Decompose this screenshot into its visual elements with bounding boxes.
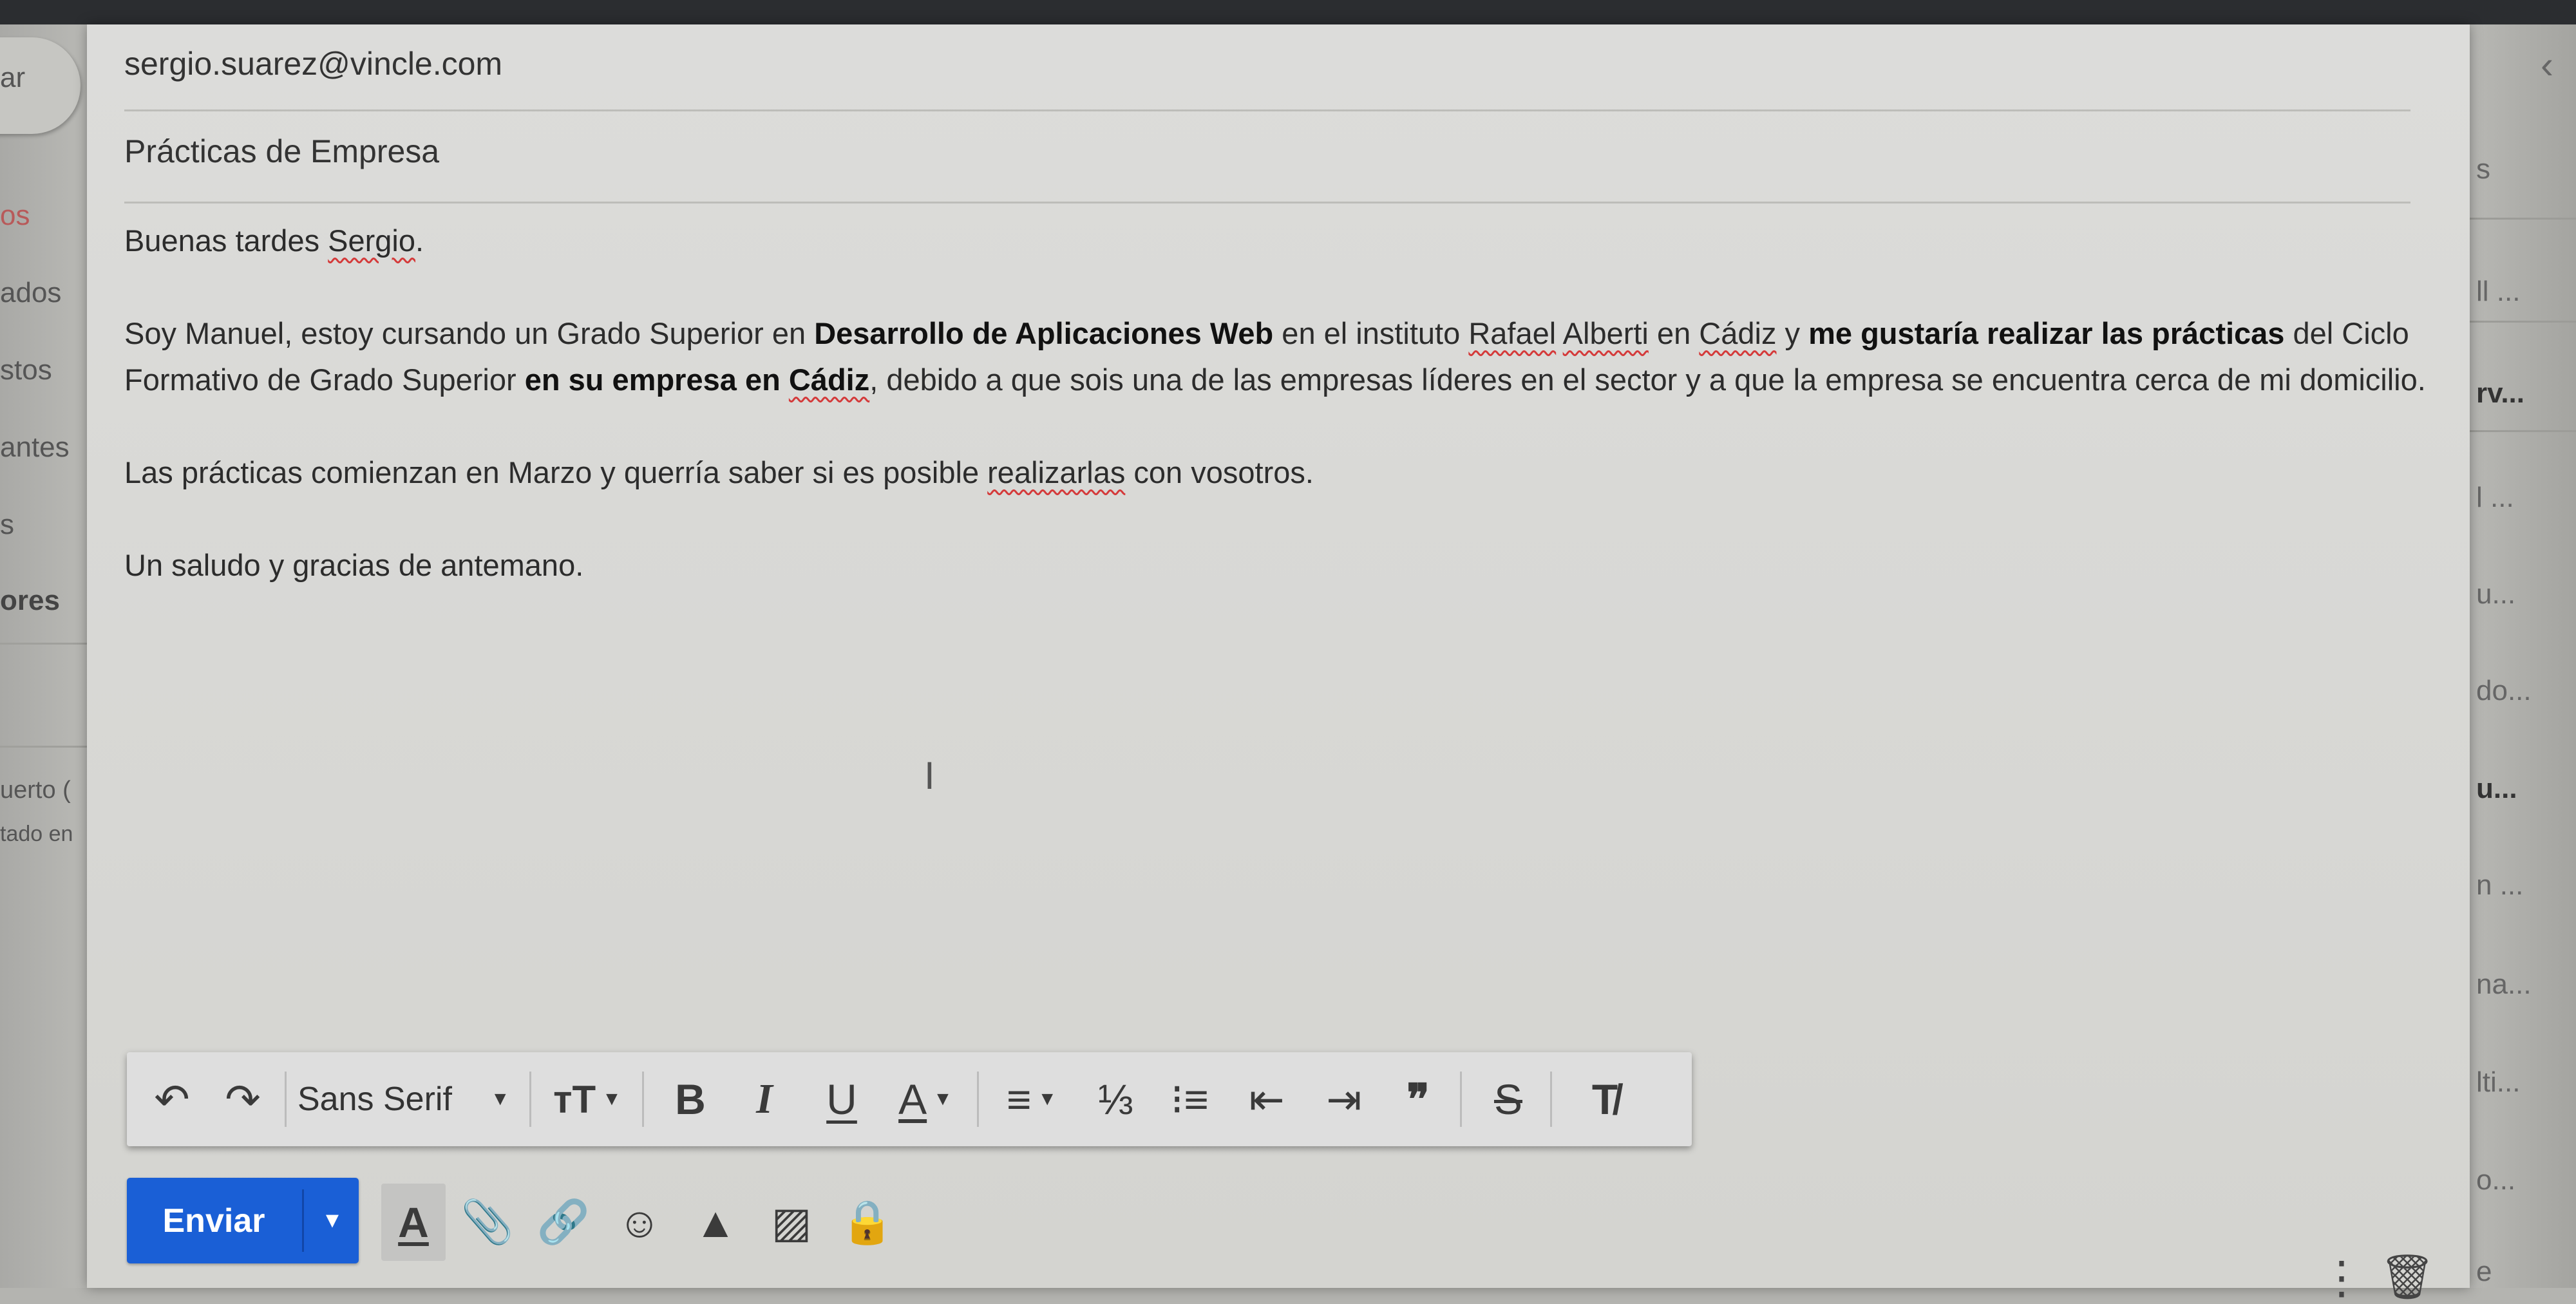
email-list-background: ‹ s ll ... rv... l ... u... do... u... n… xyxy=(2470,24,2576,1288)
formatting-options-icon[interactable]: A xyxy=(381,1184,446,1261)
spellcheck-word: Cádiz xyxy=(788,363,870,397)
divider xyxy=(642,1072,644,1127)
numbered-list-icon[interactable]: ⅓ xyxy=(1083,1052,1148,1146)
spellcheck-word: Alberti xyxy=(1562,316,1649,350)
body-paragraph-1: Soy Manuel, estoy cursando un Grado Supe… xyxy=(124,316,2426,397)
font-size-select[interactable]: тT ▼ xyxy=(539,1052,636,1146)
italic-icon[interactable]: I xyxy=(732,1052,797,1146)
list-item[interactable]: n ... xyxy=(2476,869,2523,902)
indent-less-icon[interactable]: ⇤ xyxy=(1235,1052,1299,1146)
monitor-top-bar xyxy=(0,0,2576,24)
trash-icon[interactable]: 🗑 xyxy=(2380,1251,2435,1303)
list-item[interactable]: e xyxy=(2476,1256,2492,1288)
font-family-select[interactable]: Sans Serif ▼ xyxy=(298,1052,510,1146)
list-item[interactable]: l ... xyxy=(2476,482,2514,514)
message-body[interactable]: Buenas tardes Sergio. Soy Manuel, estoy … xyxy=(124,218,2443,589)
send-button[interactable]: Enviar ▼ xyxy=(127,1178,359,1263)
sidebar-item[interactable]: ores xyxy=(0,585,60,617)
divider xyxy=(529,1072,531,1127)
body-paragraph-2: Las prácticas comienzan en Marzo y querr… xyxy=(124,455,1314,489)
divider xyxy=(2470,321,2576,323)
divider xyxy=(1460,1072,1462,1127)
emoji-icon[interactable]: ☺ xyxy=(607,1184,672,1261)
divider xyxy=(2470,218,2576,220)
divider xyxy=(302,1189,304,1252)
divider xyxy=(285,1072,287,1127)
more-options-icon[interactable]: ⋮ xyxy=(2319,1251,2364,1304)
greeting-line: Buenas tardes Sergio. xyxy=(124,223,424,258)
body-paragraph-3: Un saludo y gracias de antemano. xyxy=(124,548,584,582)
chevron-down-icon: ▼ xyxy=(602,1088,621,1110)
sidebar-item[interactable]: s xyxy=(0,509,14,541)
sidebar-item[interactable]: uerto ( xyxy=(0,777,71,804)
chevron-down-icon: ▼ xyxy=(933,1088,952,1110)
text-size-icon: тT xyxy=(553,1077,596,1121)
list-item[interactable]: o... xyxy=(2476,1164,2515,1196)
align-left-icon: ≡ xyxy=(1006,1075,1032,1123)
align-select[interactable]: ≡ ▼ xyxy=(990,1052,1074,1146)
chevron-down-icon: ▼ xyxy=(490,1088,510,1110)
subject-field[interactable]: Prácticas de Empresa xyxy=(124,133,439,170)
chevron-left-icon[interactable]: ‹ xyxy=(2541,43,2553,87)
spellcheck-word: realizarlas xyxy=(987,455,1126,489)
strikethrough-icon[interactable]: S xyxy=(1476,1052,1540,1146)
send-button-label[interactable]: Enviar xyxy=(127,1178,301,1263)
clear-formatting-icon[interactable]: T̸ xyxy=(1566,1052,1643,1146)
indent-more-icon[interactable]: ⇥ xyxy=(1312,1052,1376,1146)
sidebar-item[interactable]: os xyxy=(0,200,30,232)
divider xyxy=(124,202,2410,203)
confidential-mode-icon[interactable]: 🔒 xyxy=(835,1184,900,1261)
formatting-toolbar: ↶ ↷ Sans Serif ▼ тT ▼ B I U A ▼ ≡ ▼ ⅓ ⁝≡… xyxy=(127,1052,1692,1146)
text-color-icon: A xyxy=(898,1075,927,1123)
photo-icon[interactable]: ▨ xyxy=(759,1184,824,1261)
divider xyxy=(1550,1072,1552,1127)
compose-window: sergio.suarez@vincle.com Prácticas de Em… xyxy=(87,24,2470,1303)
divider xyxy=(0,746,87,748)
sidebar-item[interactable]: antes xyxy=(0,431,70,464)
sidebar-item[interactable]: ados xyxy=(0,277,61,309)
underline-icon[interactable]: U xyxy=(810,1052,874,1146)
divider xyxy=(124,109,2410,111)
inbox-sidebar: ar os ados stos antes s ores uerto ( tad… xyxy=(0,24,87,1288)
bold-icon[interactable]: B xyxy=(658,1052,723,1146)
list-item[interactable]: ll ... xyxy=(2476,276,2520,308)
link-icon[interactable]: 🔗 xyxy=(531,1184,596,1261)
attach-icon[interactable]: 📎 xyxy=(455,1184,520,1261)
divider xyxy=(0,643,87,645)
to-field[interactable]: sergio.suarez@vincle.com xyxy=(124,45,502,82)
chevron-down-icon: ▼ xyxy=(1037,1088,1057,1110)
list-item[interactable]: u... xyxy=(2476,578,2515,610)
text-color-select[interactable]: A ▼ xyxy=(884,1052,967,1146)
drive-icon[interactable]: ▲ xyxy=(683,1184,748,1261)
sidebar-item[interactable]: stos xyxy=(0,354,52,386)
quote-icon[interactable]: ❞ xyxy=(1386,1052,1450,1146)
list-item[interactable]: u... xyxy=(2476,773,2517,805)
list-item[interactable]: s xyxy=(2476,153,2490,185)
undo-icon[interactable]: ↶ xyxy=(140,1052,204,1146)
bulleted-list-icon[interactable]: ⁝≡ xyxy=(1157,1052,1222,1146)
divider xyxy=(2470,430,2576,432)
divider xyxy=(977,1072,979,1127)
spellcheck-word: Rafael xyxy=(1468,316,1557,350)
list-item[interactable]: do... xyxy=(2476,675,2532,707)
sidebar-item: tado en xyxy=(0,822,73,846)
font-family-value: Sans Serif xyxy=(298,1081,452,1118)
text-cursor-icon: I xyxy=(924,754,935,797)
spellcheck-word: Sergio xyxy=(328,223,416,258)
schedule-send-dropdown[interactable]: ▼ xyxy=(306,1178,359,1263)
spellcheck-word: Cádiz xyxy=(1699,316,1777,350)
list-item[interactable]: lti... xyxy=(2476,1066,2520,1099)
sidebar-item[interactable]: ar xyxy=(0,62,25,94)
list-item[interactable]: na... xyxy=(2476,969,2532,1001)
redo-icon[interactable]: ↷ xyxy=(211,1052,275,1146)
list-item[interactable]: rv... xyxy=(2476,377,2524,410)
